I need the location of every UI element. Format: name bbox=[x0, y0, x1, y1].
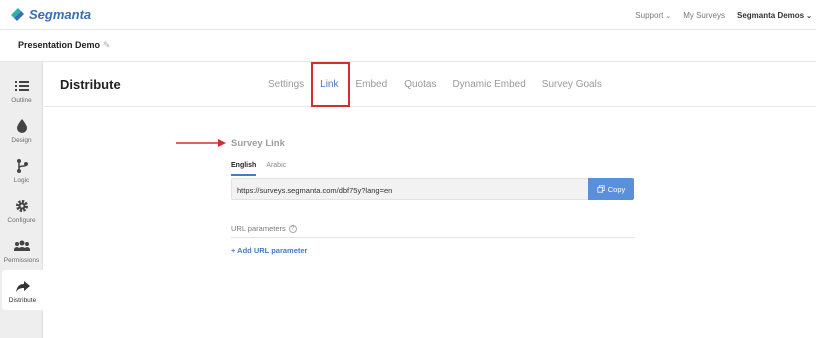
top-bar: Segmanta Support ⌄ My Surveys Segmanta De… bbox=[0, 0, 816, 30]
sidebar-item-label: Permissions bbox=[3, 257, 40, 264]
add-url-parameter-link[interactable]: + Add URL parameter bbox=[231, 246, 307, 255]
chevron-down-icon: ⌄ bbox=[806, 12, 812, 20]
tab-dynamic-embed[interactable]: Dynamic Embed bbox=[452, 79, 525, 90]
my-surveys-link[interactable]: My Surveys bbox=[683, 11, 725, 20]
gear-icon bbox=[15, 200, 28, 212]
sidebar-item-permissions[interactable]: Permissions bbox=[0, 230, 43, 270]
list-icon bbox=[14, 81, 29, 91]
sidebar-item-label: Distribute bbox=[8, 297, 37, 304]
edit-pencil-icon[interactable]: ✎ bbox=[103, 40, 111, 51]
sidebar-item-distribute[interactable]: Distribute bbox=[2, 270, 43, 310]
top-nav: Support ⌄ My Surveys Segmanta Demos ⌄ bbox=[635, 0, 812, 30]
sidebar-item-label: Logic bbox=[13, 177, 30, 184]
url-parameters-header: URL parameters ? bbox=[231, 224, 297, 233]
language-tab-arabic[interactable]: Arabic bbox=[266, 162, 286, 176]
tab-survey-goals[interactable]: Survey Goals bbox=[542, 79, 602, 90]
copy-icon bbox=[597, 185, 605, 193]
copy-label: Copy bbox=[607, 184, 626, 194]
sidebar-item-label: Configure bbox=[7, 217, 36, 224]
page-title: Distribute bbox=[60, 77, 121, 92]
survey-link-title: Survey Link bbox=[231, 138, 285, 149]
support-label: Support bbox=[635, 10, 664, 20]
sidebar: Outline Design Logic Configure Permissio… bbox=[0, 62, 43, 338]
survey-url-field[interactable]: https://surveys.segmanta.com/dbf75y?lang… bbox=[231, 178, 588, 200]
divider bbox=[231, 237, 635, 238]
account-label: Segmanta Demos bbox=[736, 10, 805, 20]
sidebar-item-logic[interactable]: Logic bbox=[0, 150, 43, 190]
brand-logo[interactable]: Segmanta bbox=[9, 6, 91, 22]
tab-quotas[interactable]: Quotas bbox=[404, 79, 436, 90]
tab-settings[interactable]: Settings bbox=[268, 79, 304, 90]
language-tabs: English Arabic bbox=[231, 162, 286, 176]
project-title: Presentation Demo bbox=[18, 40, 101, 50]
tab-embed[interactable]: Embed bbox=[356, 79, 388, 90]
users-icon bbox=[13, 240, 30, 251]
page-header: Distribute Settings Link Embed Quotas Dy… bbox=[44, 62, 816, 107]
droplet-icon bbox=[16, 119, 27, 133]
sidebar-item-design[interactable]: Design bbox=[0, 110, 43, 150]
support-menu[interactable]: Support ⌄ bbox=[635, 11, 671, 20]
account-menu[interactable]: Segmanta Demos ⌄ bbox=[737, 11, 812, 20]
branch-icon bbox=[16, 159, 28, 173]
copy-button[interactable]: Copy bbox=[588, 178, 634, 200]
share-arrow-icon bbox=[15, 281, 30, 292]
help-icon[interactable]: ? bbox=[288, 224, 297, 233]
project-bar: Presentation Demo ✎ bbox=[0, 30, 816, 62]
sidebar-item-label: Outline bbox=[11, 97, 32, 104]
pointer-arrow-icon bbox=[176, 139, 226, 147]
chevron-down-icon: ⌄ bbox=[665, 12, 672, 20]
language-tab-english[interactable]: English bbox=[231, 162, 257, 176]
sidebar-item-label: Design bbox=[11, 137, 32, 144]
segmanta-logo-icon bbox=[11, 8, 24, 21]
url-parameters-label: URL parameters bbox=[231, 224, 286, 233]
sidebar-item-configure[interactable]: Configure bbox=[0, 190, 43, 230]
sidebar-item-outline[interactable]: Outline bbox=[0, 70, 43, 110]
brand-name: Segmanta bbox=[29, 6, 92, 22]
active-tab-highlight bbox=[311, 62, 350, 107]
